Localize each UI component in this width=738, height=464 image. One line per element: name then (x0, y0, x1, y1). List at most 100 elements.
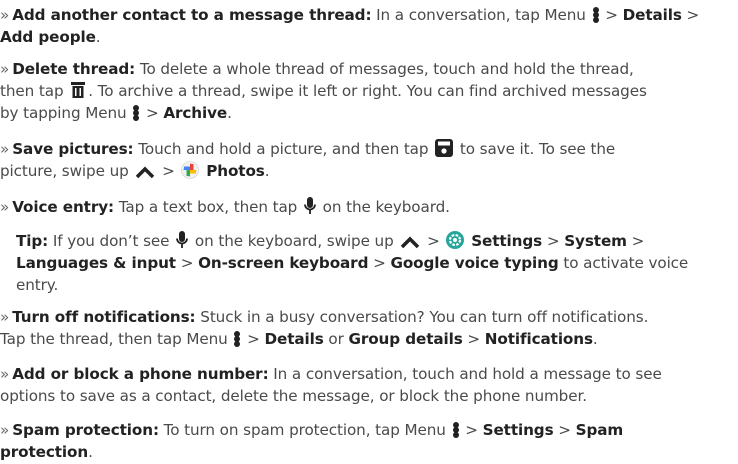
text: by tapping Menu (0, 104, 127, 122)
line: picture, swipe up > Photos. (0, 160, 738, 182)
separator: > (465, 421, 478, 439)
text: Tap a text box, then tap (118, 198, 298, 216)
menu-path: Details (622, 6, 682, 24)
text: to save it. To see the (459, 140, 616, 158)
bullet: » (0, 308, 10, 326)
text: In a conversation, touch and hold a mess… (273, 365, 662, 383)
settings-icon (446, 231, 465, 249)
text: on the keyboard. (322, 198, 450, 216)
menu-path: Archive (163, 104, 228, 122)
menu-path: protection (0, 443, 89, 461)
menu-icon (234, 331, 241, 347)
line: » Delete thread: To delete a whole thread… (0, 58, 738, 80)
line: » Voice entry: Tap a text box, then tap o… (0, 196, 738, 218)
bullet: » (0, 198, 10, 216)
separator: > (631, 232, 645, 250)
separator: > (180, 254, 194, 272)
menu-path: Google voice typing (390, 254, 559, 272)
line: Languages & input > On-screen keyboard >… (16, 252, 738, 274)
photos-icon (181, 161, 200, 179)
term: Save pictures: (12, 140, 134, 158)
term: Delete thread: (12, 60, 136, 78)
line: then tap . To archive a thread, swipe it… (0, 80, 738, 102)
menu-path: On-screen keyboard (198, 254, 369, 272)
text: Stuck in a busy conversation? You can tu… (200, 308, 649, 326)
menu-path: Notifications (484, 330, 593, 348)
menu-path: Languages & input (16, 254, 176, 272)
text: Touch and hold a picture, and then tap (138, 140, 429, 158)
separator: > (162, 162, 175, 180)
menu-path: Group details (348, 330, 463, 348)
line: Tap the thread, then tap Menu > Details … (0, 328, 738, 350)
text: . To archive a thread, swipe it left or … (88, 82, 647, 100)
bullet: » (0, 6, 10, 24)
text: or (328, 330, 344, 348)
line: » Add or block a phone number: In a conve… (0, 363, 738, 385)
separator: > (145, 104, 159, 122)
text: Tap the thread, then tap Menu (0, 330, 228, 348)
text: To turn on spam protection, tap Menu (163, 421, 446, 439)
separator: > (558, 421, 571, 439)
line: » Spam protection: To turn on spam protec… (0, 419, 738, 441)
line: » Turn off notifications: Stuck in a busy… (0, 306, 738, 328)
separator: > (427, 232, 440, 250)
text: then tap (0, 82, 64, 100)
text: on the keyboard, swipe up (194, 232, 394, 250)
text: To delete a whole thread of messages, to… (139, 60, 634, 78)
separator: > (467, 330, 481, 348)
trash-icon (71, 82, 86, 98)
menu-path: System (564, 232, 627, 250)
separator: > (605, 6, 618, 24)
text: In a conversation, tap Menu (376, 6, 586, 24)
line: Tip: If you don’t see on the keyboard, s… (16, 230, 738, 252)
menu-path: Photos (206, 162, 265, 180)
line: protection. (0, 441, 738, 463)
term: Turn off notifications: (12, 308, 196, 326)
menu-path: Add people (0, 28, 96, 46)
microphone-icon (304, 197, 316, 214)
text: entry. (16, 276, 59, 294)
menu-icon (592, 7, 599, 23)
line: by tapping Menu > Archive. (0, 102, 738, 124)
term: Voice entry: (12, 198, 114, 216)
line: Add people. (0, 26, 738, 48)
tip-item-turn-off-notifications: » Turn off notifications: Stuck in a busy… (0, 306, 738, 350)
line: » Save pictures: Touch and hold a picture… (0, 138, 738, 160)
tip-item-voice-entry: » Voice entry: Tap a text box, then tap o… (0, 196, 738, 218)
text: . (95, 28, 101, 46)
separator: > (373, 254, 386, 272)
text: If you don’t see (52, 232, 170, 250)
text: . (227, 104, 232, 122)
term: Add or block a phone number: (12, 365, 269, 383)
separator: > (247, 330, 260, 348)
line: » Add another contact to a message thread… (0, 4, 738, 26)
text: . (592, 330, 598, 348)
bullet: » (0, 140, 10, 158)
bullet: » (0, 421, 10, 439)
menu-path: Spam (575, 421, 624, 439)
tip-item-delete-thread: » Delete thread: To delete a whole thread… (0, 58, 738, 124)
term: Tip: (16, 232, 49, 250)
chevron-up-icon (136, 166, 155, 179)
tip-item-save-pictures: » Save pictures: Touch and hold a picture… (0, 138, 738, 182)
tip-item-spam-protection: » Spam protection: To turn on spam protec… (0, 419, 738, 463)
line: options to save as a contact, delete the… (0, 385, 738, 407)
separator: > (546, 232, 560, 250)
tip-note: Tip: If you don’t see on the keyboard, s… (16, 230, 738, 296)
bullet: » (0, 60, 10, 78)
menu-path: Settings (482, 421, 554, 439)
text: to activate voice (563, 254, 689, 272)
separator: > (686, 6, 700, 24)
line: entry. (16, 274, 738, 296)
save-icon (435, 139, 454, 157)
chevron-up-icon (401, 236, 420, 249)
microphone-icon (176, 231, 189, 248)
text: . (264, 162, 270, 180)
text: . (88, 443, 93, 461)
term: Spam protection: (12, 421, 159, 439)
tip-item-add-contact: » Add another contact to a message thread… (0, 4, 738, 48)
menu-path: Settings (471, 232, 543, 250)
menu-icon (452, 422, 459, 438)
menu-path: Details (264, 330, 324, 348)
tip-item-block-number: » Add or block a phone number: In a conve… (0, 363, 738, 407)
